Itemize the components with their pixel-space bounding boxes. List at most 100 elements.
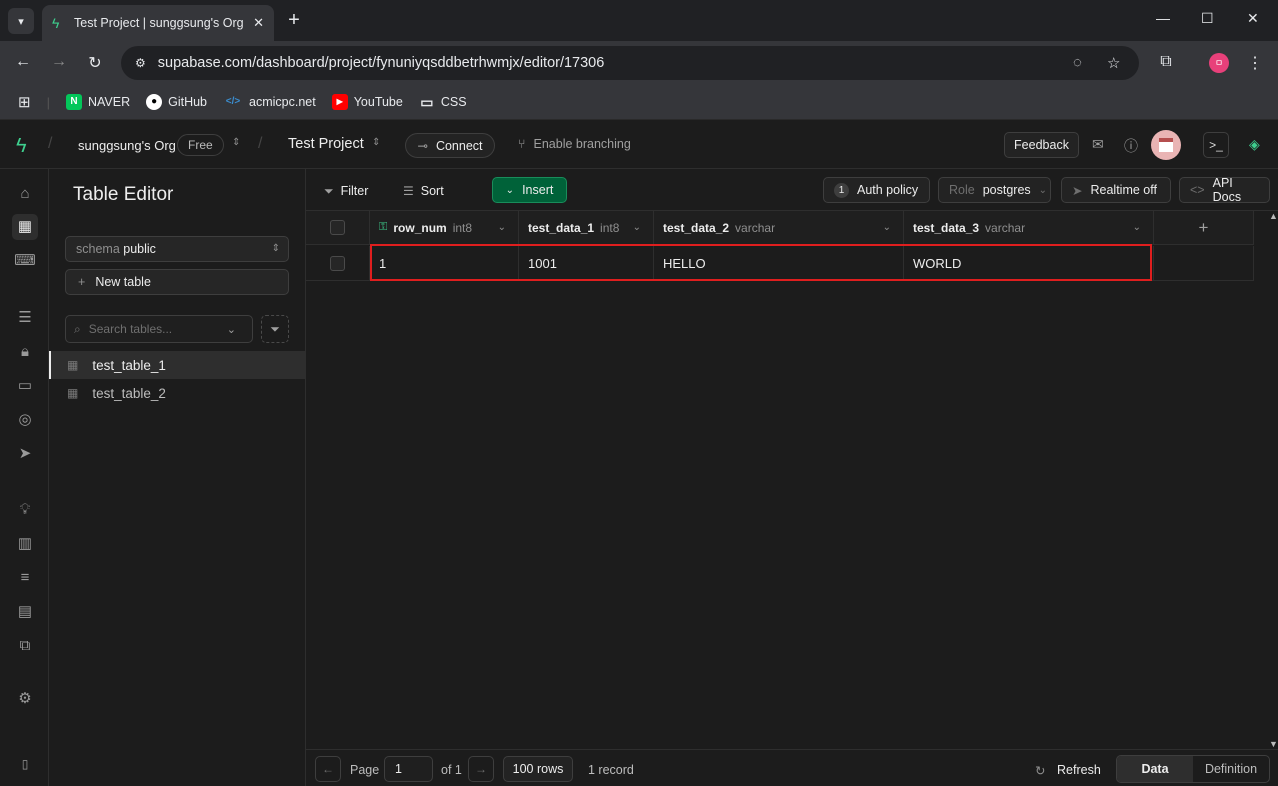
minimize-icon[interactable]: — [1156,10,1170,26]
table-item-test-table-2[interactable]: ▦ test_table_2 [49,379,306,407]
api-docs-button[interactable]: <> API Docs [1179,176,1270,204]
edge-functions-icon[interactable]: ◎ [12,407,38,433]
prev-page-button[interactable]: ← [315,756,341,782]
bookmark-youtube[interactable]: ▶ YouTube [331,94,403,110]
add-column-button[interactable]: + [1154,211,1254,245]
sql-editor-icon[interactable]: ⌨ [12,248,38,274]
connect-button[interactable]: ⊸ Connect [405,133,495,158]
table-item-test-table-1[interactable]: ▦ test_table_1 [49,351,306,379]
enable-branching-button[interactable]: ⑂ Enable branching [518,137,631,151]
user-avatar[interactable] [1151,130,1181,160]
filter-tables-button[interactable]: ⏷ [261,315,289,343]
database-icon[interactable]: ☰ [12,305,38,331]
tab-search-button[interactable]: ▾ [8,8,34,34]
maximize-icon[interactable]: ☐ [1201,10,1214,27]
storage-icon[interactable]: ▭ [12,373,38,399]
inbox-icon[interactable]: ✉ [1092,136,1104,153]
chevron-down-icon[interactable]: ⌄ [883,222,891,233]
bookmark-star-icon[interactable]: ☆ [1107,54,1120,72]
forward-icon[interactable]: → [49,53,69,71]
column-header-row-num[interactable]: ⚿ row_num int8 ⌄ [370,211,519,245]
omnibox[interactable]: ⚙ supabase.com/dashboard/project/fynuniy… [121,46,1139,80]
logs-list-icon[interactable]: ≡ [12,565,38,591]
url-text[interactable]: supabase.com/dashboard/project/fynuniyqs… [158,55,605,71]
auth-lock-icon[interactable]: 🔒︎ [12,339,38,365]
chevrons-down-icon[interactable]: ⌄ [227,323,236,336]
assistant-icon[interactable]: ◈ [1249,136,1260,153]
select-all-checkbox[interactable] [330,220,345,235]
realtime-toggle-button[interactable]: ➤ Realtime off [1061,177,1171,203]
insert-button[interactable]: ⌄ Insert [492,177,567,203]
search-tables[interactable]: ⌕ ⌄ [65,315,253,343]
reload-icon[interactable]: ↻ [85,53,105,73]
project-name[interactable]: Test Project [288,136,364,152]
grid-area: ⏷ Filter ☰ Sort ⌄ Insert 1 Auth policy Role p… [306,169,1278,786]
org-switch-chevron-icon[interactable]: ⇕ [232,137,240,148]
next-page-button[interactable]: → [468,756,494,782]
table-cell[interactable]: HELLO [654,246,904,281]
settings-gear-icon[interactable]: ⚙ [12,686,38,712]
bookmark-css[interactable]: ▭ CSS [419,94,466,110]
schema-selector[interactable]: schema public ⇕ [65,236,289,262]
table-cell[interactable]: 1 [370,246,519,281]
advisors-lightbulb-icon[interactable]: 💡︎ [12,497,38,523]
filter-button[interactable]: ⏷ Filter [324,179,368,203]
integrations-icon[interactable]: ⧉ [12,633,38,659]
plug-icon: ⊸ [417,139,428,153]
table-cell[interactable]: 1001 [519,246,654,281]
menu-icon[interactable]: ⋮ [1245,53,1265,73]
chevron-down-icon[interactable]: ⌄ [498,222,506,233]
org-name[interactable]: sunggsung's Org [78,138,176,153]
data-view-tab[interactable]: Data [1117,756,1193,782]
bookmark-naver[interactable]: N NAVER [65,94,130,110]
bookmark-github[interactable]: ● GitHub [146,94,207,110]
chevron-down-icon[interactable]: ⌄ [1133,222,1141,233]
role-selector[interactable]: Role postgres ⌄ [938,177,1051,203]
reports-icon[interactable]: ▥ [12,531,38,557]
back-icon[interactable]: ← [13,53,33,71]
eye-off-icon[interactable]: ◌ [1073,54,1082,71]
search-tables-input[interactable] [88,322,219,336]
auth-policy-button[interactable]: 1 Auth policy [823,177,930,203]
column-header-test-data-3[interactable]: test_data_3 varchar ⌄ [904,211,1154,245]
project-switch-chevron-icon[interactable]: ⇕ [372,137,380,148]
table-cell[interactable]: WORLD [904,246,1154,281]
table-editor-icon[interactable]: ▦ [12,214,38,240]
home-icon[interactable]: ⌂ [12,181,38,207]
browser-tab[interactable]: ϟ Test Project | sunggsung's Org ✕ [42,5,274,41]
close-window-icon[interactable]: ✕ [1247,10,1259,27]
github-icon: ● [146,94,163,110]
folder-icon: ▭ [420,94,434,110]
apps-icon[interactable]: ⊞ [18,93,31,111]
extensions-icon[interactable]: ⧉ [1156,53,1176,71]
terminal-button[interactable]: >_ [1203,132,1229,158]
collapse-sidebar-icon[interactable]: ▯ [12,751,38,777]
supabase-logo-icon[interactable]: ϟ [16,135,27,158]
scroll-up-icon[interactable]: ▲ [1269,211,1278,221]
insert-label: Insert [522,183,554,197]
new-table-button[interactable]: + New table [65,269,289,295]
chevron-down-icon: ⌄ [505,184,515,196]
definition-view-tab[interactable]: Definition [1193,756,1269,782]
api-docs-icon[interactable]: ▤ [12,599,38,625]
scroll-down-icon[interactable]: ▼ [1269,739,1278,749]
column-header-test-data-2[interactable]: test_data_2 varchar ⌄ [654,211,904,245]
chevron-down-icon[interactable]: ⌄ [633,222,641,233]
feedback-button[interactable]: Feedback [1004,132,1079,158]
refresh-button[interactable]: Refresh [1057,763,1101,777]
column-header-test-data-1[interactable]: test_data_1 int8 ⌄ [519,211,654,245]
refresh-icon[interactable]: ↻ [1035,763,1045,778]
vertical-scrollbar[interactable]: ▲ ▼ [1268,211,1278,749]
page-label: Page [350,763,380,777]
new-tab-button[interactable]: + [283,9,305,31]
sort-button[interactable]: ☰ Sort [403,179,444,203]
help-icon[interactable]: ⓘ [1124,136,1138,156]
row-checkbox[interactable] [330,255,345,271]
rows-per-page-button[interactable]: 100 rows [503,756,573,782]
page-number-input[interactable]: 1 [384,756,433,782]
site-info-icon[interactable]: ⚙ [135,56,146,70]
realtime-cursor-icon[interactable]: ➤ [12,441,38,467]
close-tab-icon[interactable]: ✕ [253,15,264,31]
profile-avatar[interactable]: ㅁ [1209,53,1229,73]
bookmark-acmicpc[interactable]: </> acmicpc.net [223,94,316,110]
